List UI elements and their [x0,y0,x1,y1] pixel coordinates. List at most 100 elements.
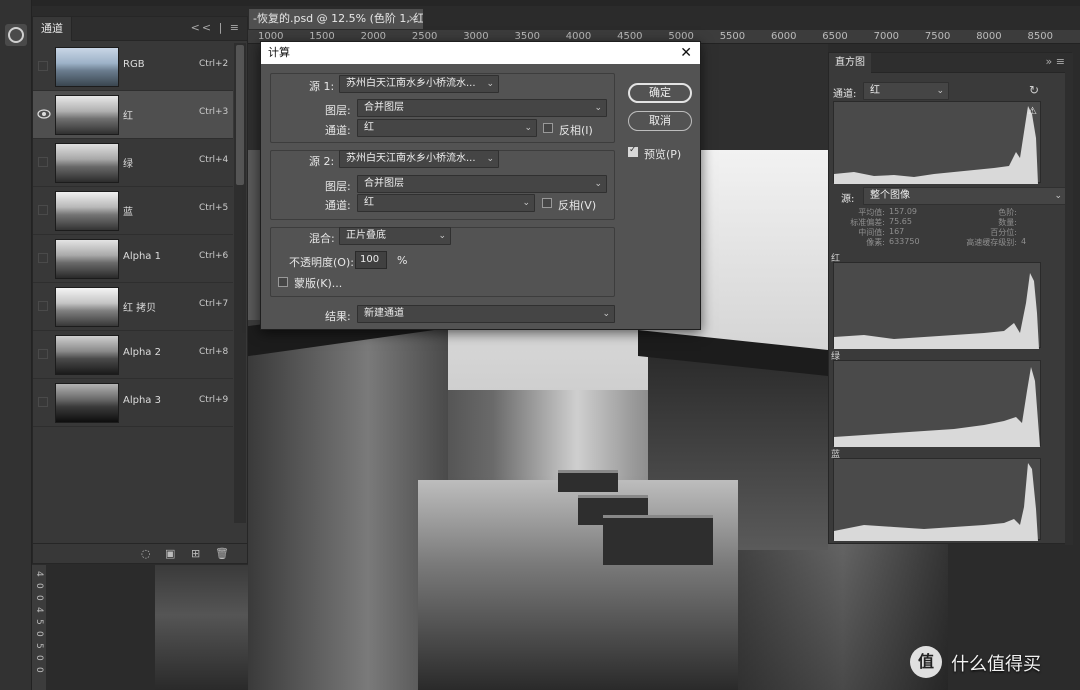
main-histogram: ⚠ [833,101,1041,184]
visibility-toggle[interactable] [38,301,48,311]
mask-checkbox[interactable] [278,277,288,287]
ok-button[interactable]: 确定 [628,83,692,103]
histogram-scrollbar[interactable] [1065,53,1073,545]
source1-invert-checkbox[interactable] [543,123,553,133]
panel-menu-icon[interactable]: << | ≡ [191,21,241,34]
vruler-tick: 0 [34,595,44,601]
source2-invert-checkbox[interactable] [542,198,552,208]
channel-name: RGB [123,59,145,70]
close-icon[interactable]: ✕ [680,42,692,64]
green-histogram-graph [834,367,1040,447]
channels-tool-icon[interactable] [5,24,27,46]
channel-shortcut: Ctrl+5 [199,203,229,213]
close-tab-icon[interactable]: × [408,9,417,29]
ruler-tick: 7500 [924,31,951,42]
result-select[interactable]: 新建通道 ⌄ [357,305,615,323]
ruler-tick: 5500 [719,31,746,42]
channel-thumbnail [55,287,119,327]
visibility-toggle[interactable] [38,397,48,407]
eye-icon[interactable] [37,108,51,120]
refresh-icon[interactable]: ↻ [1029,83,1039,97]
visibility-toggle[interactable] [38,205,48,215]
channel-row[interactable]: Alpha 2 Ctrl+8 [33,331,233,379]
hist-source-select[interactable]: 整个图像 ⌄ [863,187,1067,205]
visibility-toggle[interactable] [38,61,48,71]
stat-label: 高速缓存级别: [966,238,1017,247]
vruler-tick: 0 [34,583,44,589]
watermark-logo: 值 [910,646,942,678]
channels-tab[interactable]: 通道 [33,17,72,41]
channel-shortcut: Ctrl+8 [199,347,229,357]
boat [603,515,713,565]
visibility-toggle[interactable] [38,253,48,263]
hist-channel-value: 红 [870,85,880,96]
green-histogram [833,360,1041,447]
visibility-toggle[interactable] [38,349,48,359]
channels-scrollbar[interactable] [234,43,246,523]
source1-invert-label: 反相(I) [559,124,593,137]
scrollbar-thumb[interactable] [236,45,244,185]
cancel-button[interactable]: 取消 [628,111,692,131]
channel-thumbnail [55,47,119,87]
ruler-tick: 8500 [1027,31,1053,42]
channel-row[interactable]: 红 Ctrl+3 [33,91,233,139]
opacity-input[interactable]: 100 [355,251,387,269]
vruler-tick: 4 [34,571,44,577]
mask-icon[interactable]: ▣ [165,547,175,560]
opacity-label: 不透明度(O): [289,256,354,269]
channel-shortcut: Ctrl+9 [199,395,229,405]
vruler-tick: 0 [34,631,44,637]
channel-name: Alpha 3 [123,395,161,406]
stat-value: 75.65 [889,217,912,226]
document-tab[interactable]: -恢复的.psd @ 12.5% (色阶 1, 红/8) * × [248,8,424,30]
source2-file-select[interactable]: 苏州白天江南水乡小桥流水... ⌄ [339,150,499,168]
channel-name: Alpha 1 [123,251,161,262]
channel-row[interactable]: Alpha 3 Ctrl+9 [33,379,233,427]
channel-thumbnail [55,335,119,375]
mask-label: 蒙版(K)... [294,277,343,290]
document-title: -恢复的.psd @ 12.5% (色阶 1, 红/8) * [253,12,424,25]
preview-checkbox[interactable] [628,145,638,157]
channel-row[interactable]: 蓝 Ctrl+5 [33,187,233,235]
panel-menu-icon[interactable]: » ≡ [1046,55,1065,68]
blend-mode-select[interactable]: 正片叠底 ⌄ [339,227,451,245]
dialog-titlebar[interactable]: 计算 ✕ [261,42,700,64]
visibility-toggle[interactable] [38,157,48,167]
channel-row[interactable]: 红 拷贝 Ctrl+7 [33,283,233,331]
blend-label: 混合: [309,232,335,245]
hist-source-label: 源: [841,194,855,205]
source2-channel-select[interactable]: 红 ⌄ [357,194,535,212]
histogram-panel: 直方图 » ≡ 通道: 红 ⌄ ↻ ⚠ 源: 整个图像 ⌄ 红 绿 蓝 平均值: 15… [828,52,1073,545]
channel-row[interactable]: 绿 Ctrl+4 [33,139,233,187]
vruler-tick: 0 [34,667,44,673]
channels-panel-header: 通道 << | ≡ [33,17,247,41]
source2-layer-value: 合并图层 [364,178,404,189]
channel-row[interactable]: RGB Ctrl+2 [33,43,233,91]
channel-thumbnail [55,383,119,423]
hist-channel-select[interactable]: 红 ⌄ [863,82,949,100]
channel-row[interactable]: Alpha 1 Ctrl+6 [33,235,233,283]
histogram-tab[interactable]: 直方图 [829,53,871,73]
vruler-tick: 5 [34,643,44,649]
source1-channel-select[interactable]: 红 ⌄ [357,119,537,137]
source1-file-select[interactable]: 苏州白天江南水乡小桥流水... ⌄ [339,75,499,93]
hist-source-value: 整个图像 [870,190,910,201]
result-value: 新建通道 [364,308,404,319]
trash-icon[interactable]: 🗑 [215,547,229,560]
channel-name: 绿 [123,159,133,170]
channel-shortcut: Ctrl+2 [199,59,229,69]
source1-layer-value: 合并图层 [364,102,404,113]
warning-icon[interactable]: ⚠ [1028,106,1037,117]
watermark: 值 什么值得买 [905,642,1080,686]
source2-layer-select[interactable]: 合并图层 ⌄ [357,175,607,193]
load-selection-icon[interactable]: ◌ [141,547,151,560]
vruler-tick: 5 [34,619,44,625]
stat-value: 633750 [889,237,920,246]
channel-name: 红 [123,111,133,122]
source1-file-value: 苏州白天江南水乡小桥流水... [346,78,476,89]
new-channel-icon[interactable]: ⊞ [191,547,200,560]
channel-thumbnail [55,239,119,279]
stat-value: 157.09 [889,207,917,216]
source1-layer-select[interactable]: 合并图层 ⌄ [357,99,607,117]
source1-label: 源 1: [309,80,335,93]
